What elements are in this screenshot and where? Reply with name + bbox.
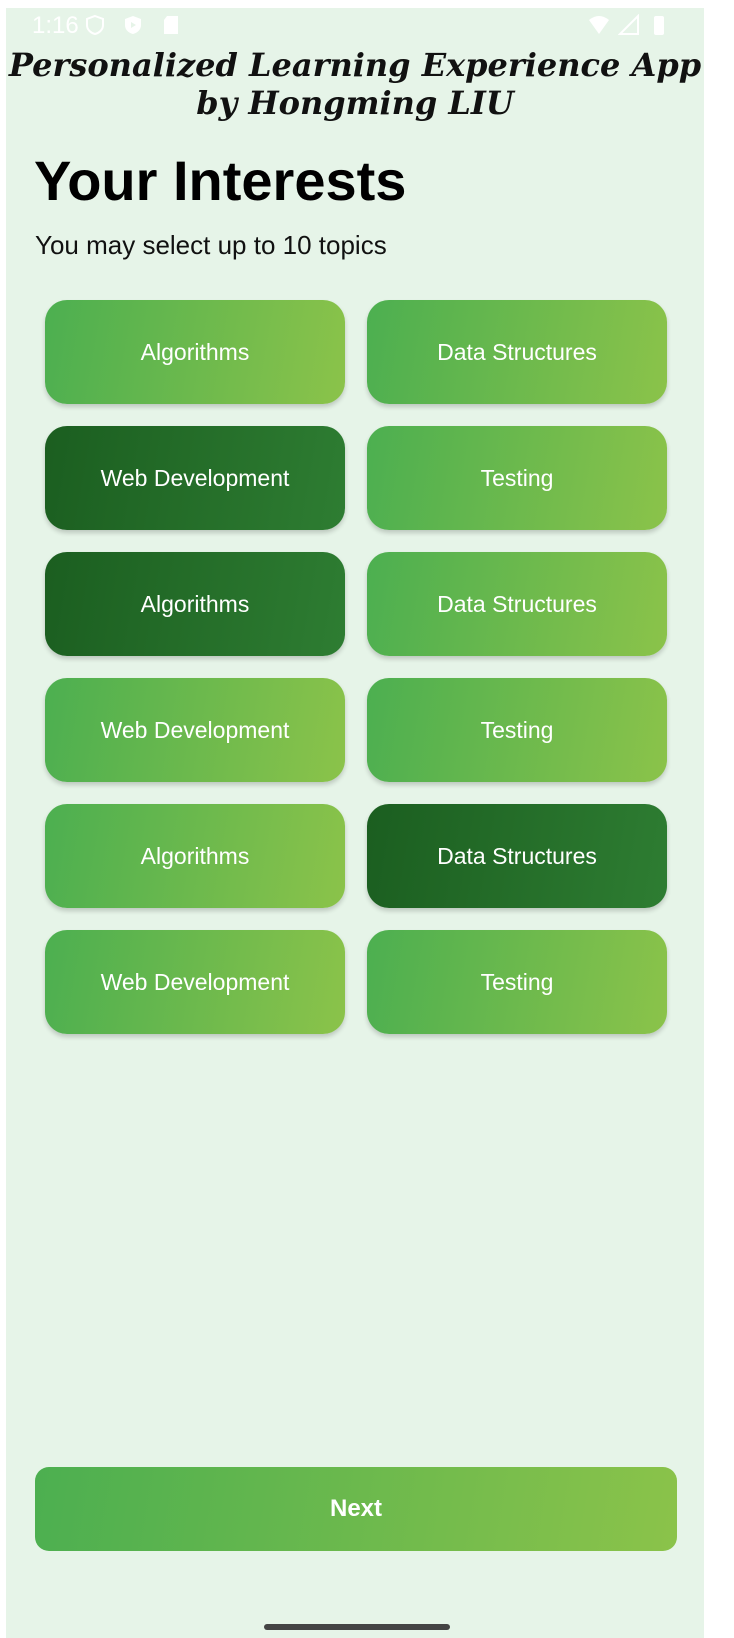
next-button[interactable]: Next: [35, 1467, 677, 1551]
topic-chip[interactable]: Testing: [367, 678, 667, 782]
topic-chip[interactable]: Testing: [367, 426, 667, 530]
status-time: 1:16: [32, 12, 79, 39]
battery-icon: [654, 16, 664, 35]
status-bar: 1:16: [6, 8, 704, 48]
shield-icon: [86, 14, 104, 36]
topic-grid: Algorithms Data Structures Web Developme…: [45, 300, 667, 1034]
topic-chip[interactable]: Data Structures: [367, 804, 667, 908]
page-title: Your Interests: [34, 149, 407, 212]
home-indicator[interactable]: [264, 1624, 450, 1630]
app-title: Personalized Learning Experience App by …: [6, 46, 704, 122]
topic-chip[interactable]: Algorithms: [45, 300, 345, 404]
topic-chip[interactable]: Web Development: [45, 426, 345, 530]
topic-chip[interactable]: Data Structures: [367, 300, 667, 404]
app-title-line1: Personalized Learning Experience App: [8, 46, 702, 84]
topic-chip[interactable]: Algorithms: [45, 804, 345, 908]
topic-chip[interactable]: Algorithms: [45, 552, 345, 656]
topic-chip[interactable]: Web Development: [45, 930, 345, 1034]
topic-chip[interactable]: Web Development: [45, 678, 345, 782]
topic-chip[interactable]: Testing: [367, 930, 667, 1034]
play-protect-icon: [125, 16, 141, 34]
app-screen: 1:16 Personalized Learning Experience Ap…: [6, 8, 704, 1638]
wifi-icon: [589, 16, 609, 34]
sd-card-icon: [164, 16, 178, 34]
signal-icon: [618, 14, 639, 35]
topic-chip[interactable]: Data Structures: [367, 552, 667, 656]
app-title-line2: by Hongming LIU: [196, 84, 514, 122]
page-subtitle: You may select up to 10 topics: [35, 230, 387, 260]
